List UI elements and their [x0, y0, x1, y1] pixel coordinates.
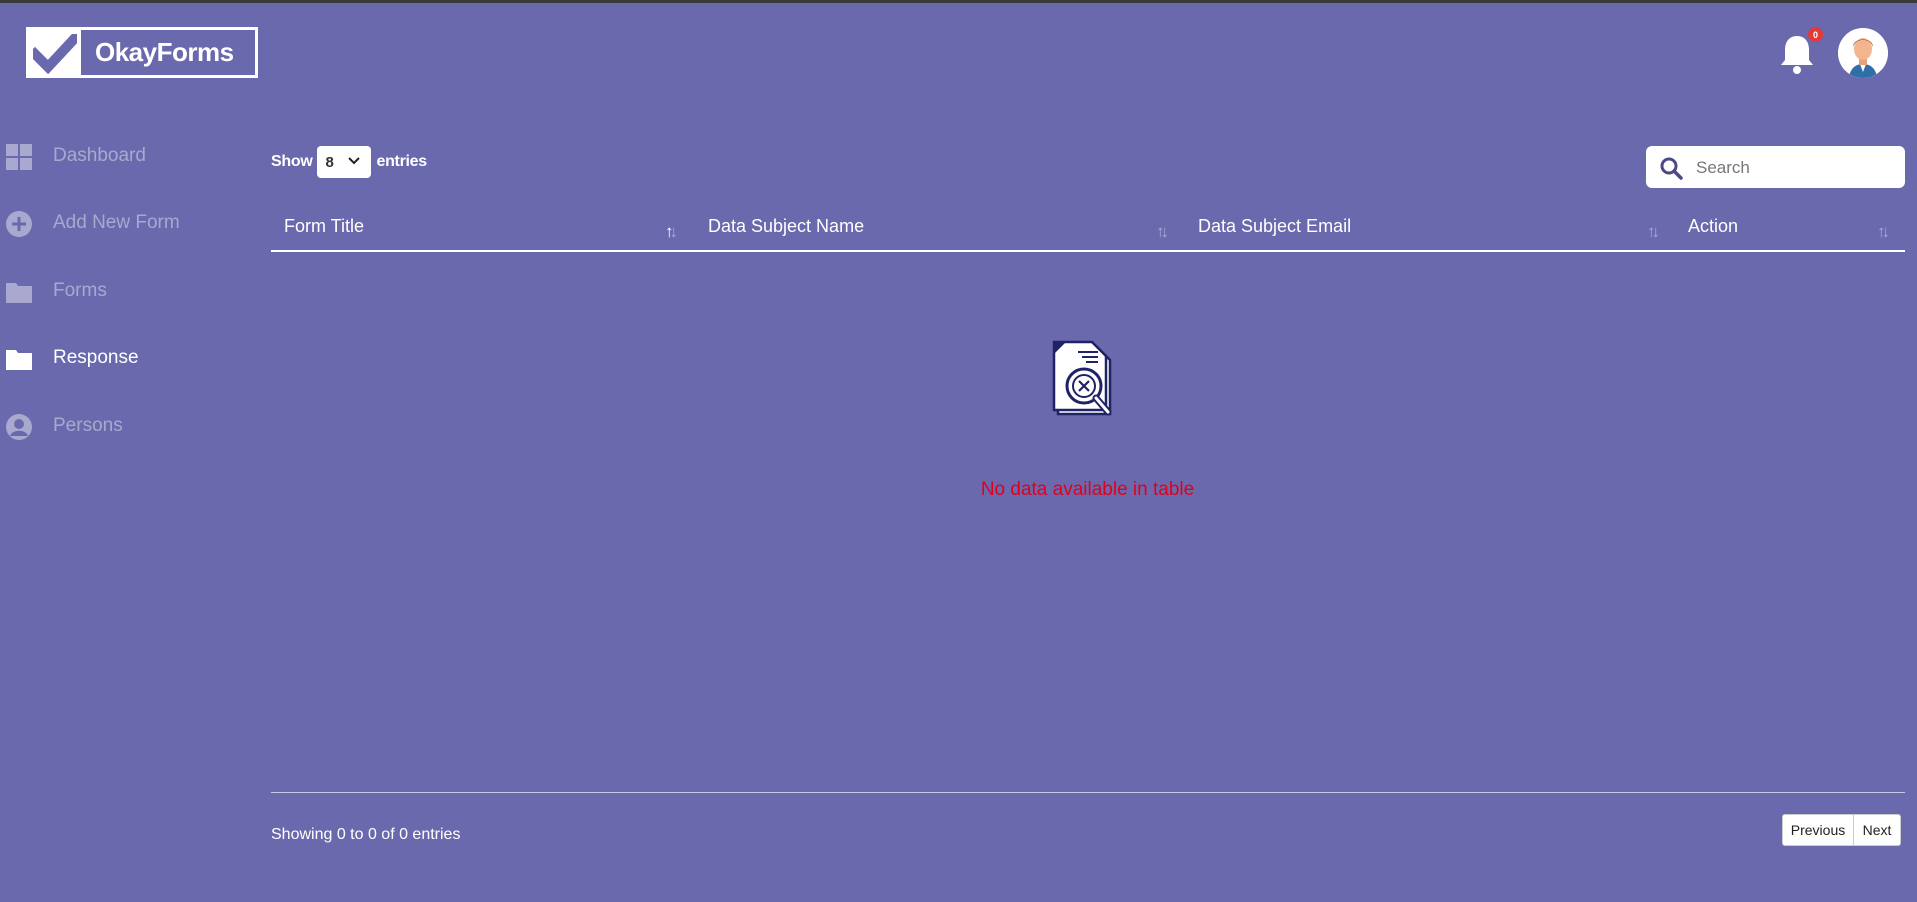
- pagination: Previous Next: [1782, 814, 1901, 846]
- sort-icon: ↑↓: [1156, 222, 1169, 241]
- sort-icon: ↑↓: [665, 222, 678, 241]
- column-header-data-subject-name[interactable]: Data Subject Name ↑↓: [695, 210, 1185, 250]
- page-length-value: 8: [325, 153, 334, 171]
- no-data-document-icon: [1052, 334, 1124, 429]
- sidebar-item-response[interactable]: Response: [0, 338, 250, 378]
- dashboard-grid-icon: [6, 144, 32, 170]
- sidebar-item-label: Response: [53, 347, 139, 368]
- empty-table-message: No data available in table: [980, 479, 1195, 500]
- column-label: Form Title: [284, 216, 365, 236]
- brand-logo[interactable]: OkayForms: [26, 27, 258, 78]
- sidebar-item-label: Dashboard: [53, 145, 146, 166]
- sidebar-item-persons[interactable]: Persons: [0, 406, 250, 446]
- table-header: Form Title ↑↓ Data Subject Name ↑↓ Data …: [271, 210, 1905, 252]
- sidebar-item-forms[interactable]: Forms: [0, 271, 250, 311]
- search-box: [1646, 146, 1905, 188]
- folder-icon: [6, 346, 32, 372]
- chevron-down-icon: [347, 154, 361, 172]
- brand-name: OkayForms: [95, 37, 234, 67]
- table-footer-divider: [271, 792, 1905, 793]
- notification-badge: 0: [1808, 27, 1823, 42]
- entries-label: entries: [376, 153, 427, 170]
- previous-page-button[interactable]: Previous: [1782, 814, 1854, 846]
- column-label: Data Subject Email: [1198, 216, 1352, 236]
- sidebar-item-add-new-form[interactable]: Add New Form: [0, 203, 250, 243]
- table-info: Showing 0 to 0 of 0 entries: [271, 826, 461, 843]
- column-header-action[interactable]: Action ↑↓: [1675, 210, 1905, 250]
- sidebar-item-dashboard[interactable]: Dashboard: [0, 136, 250, 176]
- checkmark-icon: [29, 30, 81, 75]
- folder-icon: [6, 279, 32, 305]
- search-input[interactable]: [1694, 152, 1898, 184]
- page-length-select[interactable]: 8: [317, 146, 372, 178]
- sort-icon: ↑↓: [1647, 222, 1660, 241]
- person-circle-icon: [6, 414, 32, 440]
- sidebar-item-label: Forms: [53, 280, 107, 301]
- column-label: Data Subject Name: [708, 216, 865, 236]
- sidebar-item-label: Persons: [53, 415, 123, 436]
- column-label: Action: [1688, 216, 1739, 236]
- column-header-data-subject-email[interactable]: Data Subject Email ↑↓: [1185, 210, 1675, 250]
- sort-icon: ↑↓: [1877, 222, 1890, 241]
- plus-circle-icon: [6, 211, 32, 237]
- sidebar-item-label: Add New Form: [53, 212, 180, 233]
- search-icon: [1659, 156, 1683, 185]
- top-border: [0, 0, 1917, 3]
- column-header-form-title[interactable]: Form Title ↑↓: [271, 210, 695, 250]
- show-label: Show: [271, 153, 313, 170]
- user-avatar[interactable]: [1838, 28, 1888, 78]
- next-page-button[interactable]: Next: [1854, 814, 1901, 846]
- page-length-control: Show 8 entries: [271, 146, 427, 178]
